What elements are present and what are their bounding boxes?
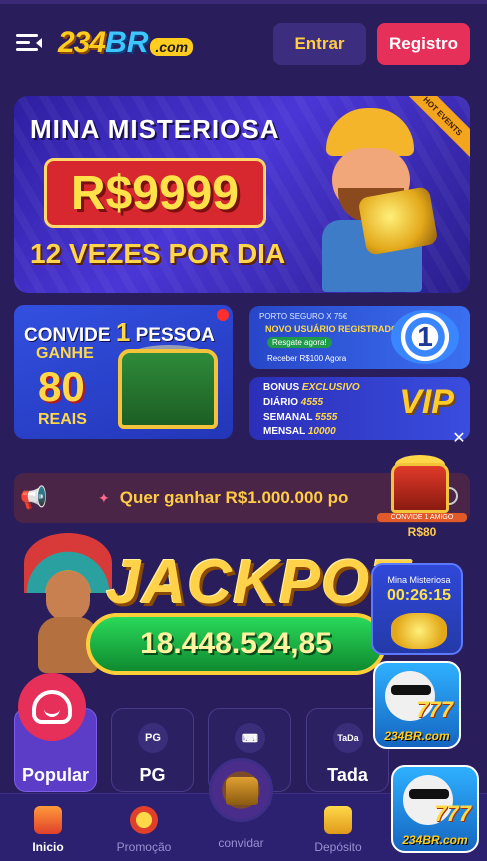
invite-line4: REAIS — [38, 411, 87, 428]
app-download-float-2[interactable]: 777 234BR.com — [391, 765, 479, 853]
tada-icon: TaDa — [333, 723, 363, 753]
category-label: PG — [139, 765, 166, 785]
mina-float-timer: 00:26:15 — [386, 587, 452, 604]
invite-line2: GANHE — [36, 345, 94, 362]
nav-deposito[interactable]: Depósito — [298, 806, 378, 854]
vip-badge: VIP — [399, 383, 454, 421]
miner-illustration — [304, 102, 439, 292]
vip-promo-card[interactable]: BONUS EXCLUSIVO DIÁRIO 4555 SEMANAL 5555… — [249, 377, 470, 440]
medal-icon — [130, 806, 158, 834]
promo-headline: NOVO USUÁRIO REGISTRADO — [265, 324, 399, 334]
gold-icon — [391, 613, 447, 649]
category-pg[interactable]: PG PG — [111, 708, 194, 792]
nav-promocao[interactable]: Promoção — [104, 806, 184, 854]
main-banner[interactable]: MINA MISTERIOSA R$9999 12 VEZES POR DIA … — [14, 96, 470, 293]
banner-subtitle: 12 VEZES POR DIA — [30, 238, 286, 269]
nav-label: Inicio — [32, 840, 64, 854]
top-strip — [0, 0, 487, 4]
sunglasses-icon — [409, 789, 449, 799]
app-brand: 234BR.com — [384, 729, 450, 743]
vip-row-monthly: MENSAL 10000 — [263, 426, 336, 437]
app-download-float[interactable]: 777 234BR.com — [373, 661, 461, 749]
vip-row-weekly: SEMANAL 5555 — [263, 412, 338, 423]
banner-amount: R$9999 — [44, 158, 266, 228]
customer-support-button[interactable] — [18, 673, 86, 741]
mina-float-title: Mina Misteriosa — [387, 575, 451, 585]
target-icon: 1 — [391, 310, 459, 364]
promo-top-text: PORTO SEGURO X 75€ — [259, 312, 348, 321]
chest-icon — [391, 463, 449, 513]
promo-cta: Resgate agora! — [267, 337, 332, 348]
login-button[interactable]: Entrar — [273, 23, 366, 65]
marquee-message: Quer ganhar R$1.000.000 po — [119, 488, 349, 507]
invite-friend-float[interactable]: CONVIDE 1 AMIGO R$80 — [377, 455, 467, 539]
treasure-chest-icon — [118, 349, 218, 429]
menu-icon[interactable] — [16, 32, 42, 54]
banner-title: MINA MISTERIOSA — [30, 114, 280, 144]
logo[interactable]: 234 BR .com — [58, 26, 194, 60]
jackpot-title: JACKPOT — [106, 548, 410, 617]
invite-promo-card[interactable]: CONVIDE 1 PESSOA GANHE 80 REAIS — [14, 305, 233, 439]
invite-friend-label: CONVIDE 1 AMIGO — [377, 513, 467, 522]
category-label: Tada — [327, 765, 368, 785]
nav-inicio[interactable]: Inicio — [8, 806, 88, 854]
treasure-chest-icon — [226, 777, 258, 805]
nav-label: Depósito — [314, 840, 362, 854]
vip-row-bonus: BONUS EXCLUSIVO — [263, 382, 360, 393]
megaphone-icon: 📢 — [20, 485, 48, 510]
invite-line1: CONVIDE 1 PESSOA — [24, 317, 215, 347]
app-seven: 777 — [416, 697, 453, 722]
invite-amount: 80 — [38, 363, 85, 410]
nav-label: Promoção — [116, 840, 172, 854]
vip-row-daily: DIÁRIO 4555 — [263, 397, 324, 408]
promo-receive: Receber R$100 Agora — [267, 354, 347, 363]
sparkle-icon: ✦ — [98, 489, 110, 506]
mina-misteriosa-float[interactable]: Mina Misteriosa 00:26:15 — [371, 563, 463, 655]
new-user-promo-card[interactable]: PORTO SEGURO X 75€ NOVO USUÁRIO REGISTRA… — [249, 306, 470, 369]
slot-machine-icon — [34, 806, 62, 834]
logo-number: 234 — [58, 26, 106, 59]
register-button[interactable]: Registro — [377, 23, 470, 65]
close-icon[interactable]: ✕ — [451, 431, 467, 447]
sunglasses-icon — [391, 685, 431, 695]
pg-icon: PG — [138, 723, 168, 753]
headset-icon — [32, 690, 72, 724]
app-brand: 234BR.com — [402, 833, 468, 847]
logo-com: .com — [150, 38, 194, 56]
wallet-icon — [324, 806, 352, 834]
header: 234 BR .com Entrar Registro — [0, 8, 487, 78]
app-seven: 777 — [434, 801, 471, 826]
category-label: Popular — [21, 765, 89, 785]
nav-label: convidar — [218, 836, 264, 850]
jackpot-value: 18.448.524,85 — [86, 613, 386, 675]
gamepad-icon: ⌨ — [235, 723, 265, 753]
nav-convidar[interactable]: convidar — [201, 830, 281, 850]
notification-dot — [217, 309, 229, 321]
logo-br: BR — [105, 26, 149, 59]
invite-center-button[interactable] — [209, 758, 273, 822]
